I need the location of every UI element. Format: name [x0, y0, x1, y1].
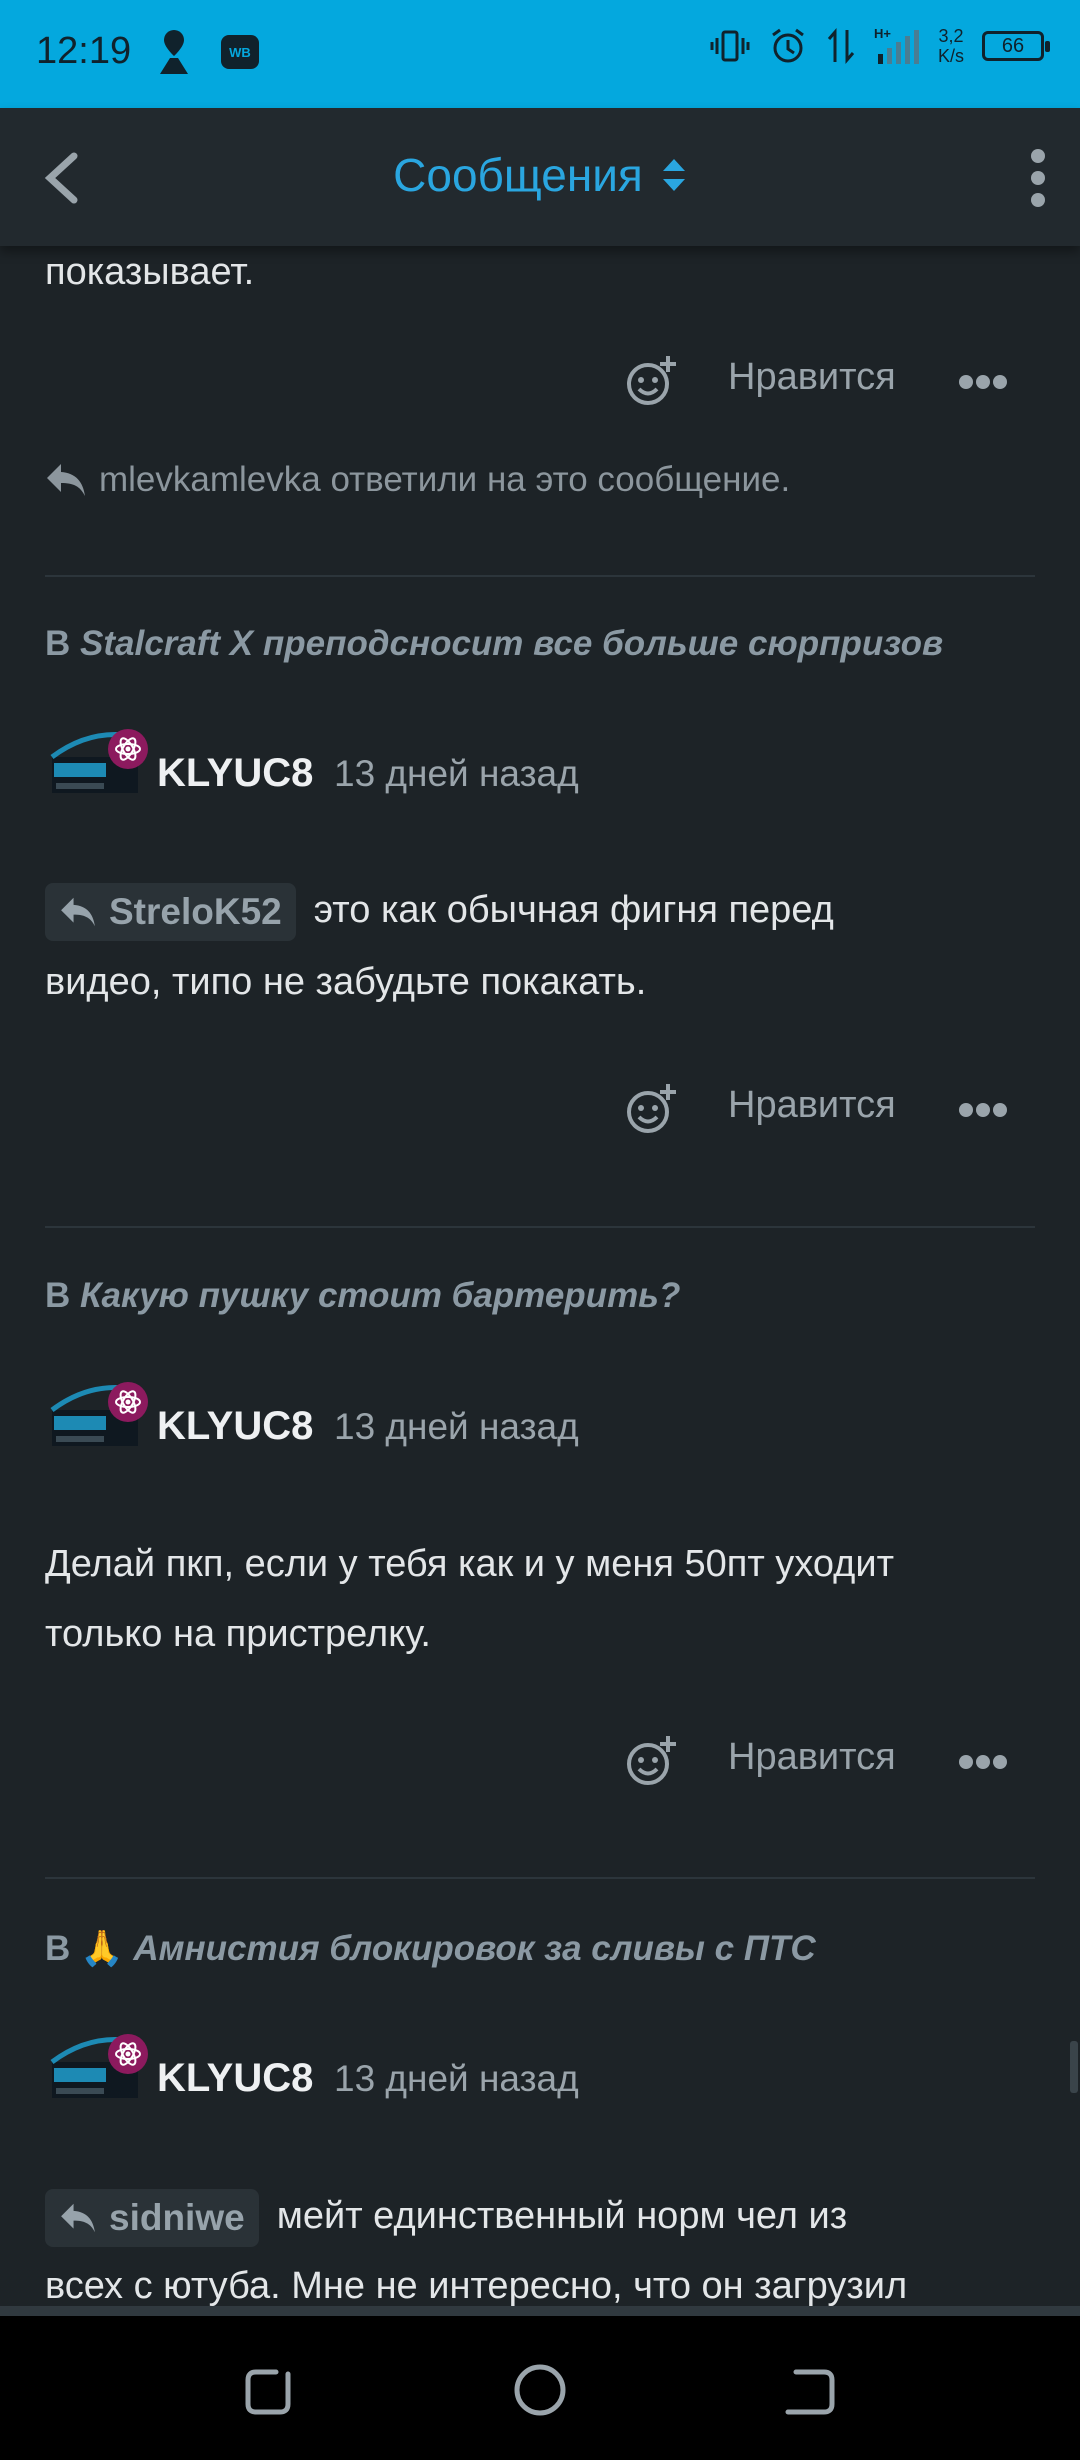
system-nav-bar: [0, 2316, 1080, 2460]
thread-link[interactable]: В Stalcraft X преподсносит все больше сю…: [45, 624, 943, 664]
divider: [45, 1226, 1035, 1228]
bottom-bar-edge: [0, 2306, 1080, 2316]
recents-icon[interactable]: [240, 2360, 300, 2420]
user-avatar[interactable]: [50, 727, 150, 813]
wb-app-icon: WB: [221, 35, 259, 69]
message-actions: Нравится: [0, 1076, 1080, 1146]
user-avatar[interactable]: [50, 1380, 150, 1466]
reply-note[interactable]: mlevkamlevka ответили на это сообщение.: [45, 460, 790, 500]
message-actions: Нравится: [0, 348, 1080, 418]
like-button[interactable]: Нравится: [728, 1736, 896, 1779]
message-text: Делай пкп, если у тебя как и у меня 50пт…: [45, 1543, 894, 1585]
post-header: KLYUC8 13 дней назад: [0, 2032, 1080, 2132]
username[interactable]: KLYUC8: [157, 2056, 313, 2101]
divider: [45, 1877, 1035, 1879]
page-title: Сообщения: [393, 149, 643, 201]
location-icon: [160, 30, 188, 74]
status-time: 12:19: [36, 30, 132, 72]
quote-chip[interactable]: StreloK52: [45, 882, 296, 941]
message-text-line: видео, типо не забудьте покакать.: [45, 961, 647, 1003]
add-reaction-icon[interactable]: [624, 1082, 678, 1136]
alarm-icon: [772, 28, 804, 63]
sort-updown-icon: [662, 159, 685, 191]
svg-text:WB: WB: [229, 45, 251, 60]
vibrate-icon: [710, 30, 750, 62]
username[interactable]: KLYUC8: [157, 751, 313, 796]
message-text: показывает.: [45, 251, 255, 293]
status-icons: H+ 3,2 K/s 66: [710, 26, 1050, 66]
more-horizontal-icon[interactable]: [958, 1102, 1008, 1118]
like-button[interactable]: Нравится: [728, 356, 896, 399]
quote-chip[interactable]: sidniwe: [45, 2188, 259, 2247]
app-bar: Сообщения: [0, 108, 1080, 246]
message-text: StreloK52 это как обычная фигня перед: [45, 874, 834, 946]
message-text: sidniwe мейт единственный норм чел из: [45, 2180, 847, 2252]
reply-icon: [61, 2203, 95, 2233]
signal-icon: H+: [874, 26, 919, 64]
username[interactable]: KLYUC8: [157, 1404, 313, 1449]
post-time: 13 дней назад: [334, 2058, 579, 2099]
post-time: 13 дней назад: [334, 753, 579, 794]
post-time: 13 дней назад: [334, 1406, 579, 1447]
home-icon[interactable]: [510, 2360, 570, 2420]
more-horizontal-icon[interactable]: [958, 374, 1008, 390]
more-horizontal-icon[interactable]: [958, 1754, 1008, 1770]
thread-link[interactable]: В Какую пушку стоит бартерить?: [45, 1276, 680, 1316]
status-bar: 12:19 WB H+ 3,2 K/s 66: [0, 0, 1080, 108]
post-header: KLYUC8 13 дней назад: [0, 1380, 1080, 1480]
divider: [45, 575, 1035, 577]
page-title-dropdown[interactable]: Сообщения: [0, 148, 1080, 202]
add-reaction-icon[interactable]: [624, 354, 678, 408]
back-nav-icon[interactable]: [780, 2360, 840, 2420]
message-actions: Нравится: [0, 1728, 1080, 1798]
network-speed: 3,2 K/s: [937, 26, 964, 66]
messages-list[interactable]: показывает. Нравится mlevkamlevka ответи…: [0, 246, 1080, 2316]
scrollbar-thumb[interactable]: [1070, 2041, 1078, 2093]
svg-text:H+: H+: [874, 26, 891, 41]
like-button[interactable]: Нравится: [728, 1084, 896, 1127]
more-vertical-icon[interactable]: [1018, 146, 1058, 210]
user-avatar[interactable]: [50, 2032, 150, 2118]
battery-indicator: 66: [982, 31, 1050, 61]
reply-icon: [47, 464, 85, 496]
post-header: KLYUC8 13 дней назад: [0, 727, 1080, 827]
add-reaction-icon[interactable]: [624, 1734, 678, 1788]
thread-link[interactable]: В 🙏 Амнистия блокировок за сливы с ПТС: [45, 1928, 816, 1969]
data-transfer-icon: [827, 27, 855, 65]
pray-emoji: 🙏: [80, 1929, 124, 1968]
message-text-line: только на пристрелку.: [45, 1613, 431, 1655]
reply-icon: [61, 897, 95, 927]
